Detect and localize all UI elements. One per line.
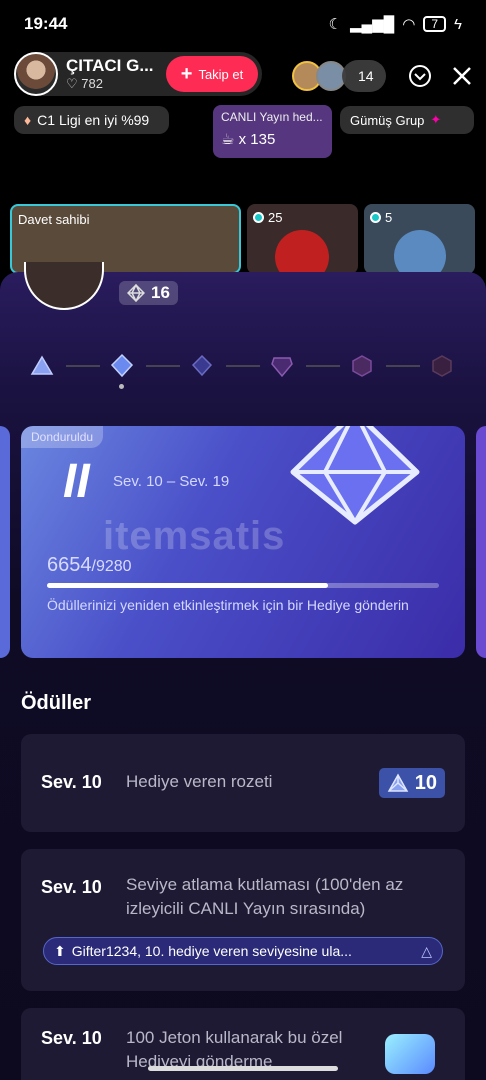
- guest-tile[interactable]: 25: [247, 204, 358, 274]
- guest-tile[interactable]: 5: [364, 204, 475, 274]
- chevron-down-icon: [409, 65, 431, 87]
- reward-desc: Seviye atlama kutlaması (100'den az izle…: [126, 875, 404, 918]
- rainbow-icon: ✦: [430, 112, 442, 127]
- level-number: 16: [151, 283, 170, 302]
- guest-count: 5: [385, 210, 393, 225]
- host-name: ÇITACI G...: [66, 56, 154, 75]
- close-icon: [453, 67, 471, 85]
- close-button[interactable]: [448, 62, 476, 90]
- gifter-badge: 10: [378, 768, 445, 798]
- host-bar[interactable]: ÇITACI G... ♡ 782 + Takip et: [14, 52, 262, 96]
- reward-desc: Hediye veren rozeti: [126, 772, 273, 791]
- progress-current: 6654: [47, 554, 92, 576]
- battery-icon: 7: [423, 16, 447, 32]
- tier-gem-icon: [290, 426, 420, 525]
- badge-gem-icon: [387, 773, 409, 792]
- moon-icon: ☾: [328, 16, 342, 33]
- badge-level: 10: [414, 771, 437, 794]
- reward-level: Sev. 10: [41, 1028, 102, 1048]
- track-indicator: [119, 384, 124, 389]
- progress-value: 6654/9280: [47, 554, 132, 577]
- next-card-peek[interactable]: [476, 426, 486, 658]
- reward-level: Sev. 10: [41, 772, 102, 792]
- home-indicator[interactable]: [148, 1066, 338, 1071]
- tier-icon-6: [432, 355, 452, 377]
- tier-icon-1: [30, 355, 54, 375]
- reward-item[interactable]: Sev. 10 Hediye veren rozeti 10: [21, 734, 465, 832]
- group-label: Gümüş Grup: [350, 112, 425, 128]
- progress-total: /9280: [91, 558, 132, 575]
- progress-bar: [47, 583, 439, 588]
- live-goal-chip[interactable]: CANLI Yayın hed... ☕ x 135: [213, 105, 332, 158]
- status-bar: 19:44 ☾ ▂▄▆█ ◠ 7 ϟ: [0, 0, 486, 48]
- host-avatar[interactable]: [14, 52, 58, 96]
- rewards-title: Ödüller: [21, 692, 92, 714]
- gift-icon: [385, 1034, 435, 1074]
- watermark: itemsatis: [103, 514, 286, 558]
- arrow-up-icon: ⬆: [54, 942, 66, 959]
- levelup-text: Gifter1234, 10. hediye veren seviyesine …: [71, 943, 352, 959]
- collapse-button[interactable]: [406, 62, 434, 90]
- live-dot-icon: [253, 212, 264, 223]
- reward-item[interactable]: Sev. 10 Seviye atlama kutlaması (100'den…: [21, 849, 465, 991]
- host-likes-count: 782: [81, 76, 103, 91]
- heart-icon: ♡: [66, 76, 78, 91]
- guest-label: Davet sahibi: [18, 212, 90, 227]
- live-dot-icon: [370, 212, 381, 223]
- live-goal-title: CANLI Yayın hed...: [221, 110, 323, 124]
- guest-avatar: [275, 230, 329, 274]
- battery-level: 7: [431, 17, 439, 31]
- tier-icon-5: [352, 355, 372, 377]
- level-card[interactable]: Donduruldu II Sev. 10 – Sev. 19 itemsati…: [21, 426, 465, 658]
- level-range: Sev. 10 – Sev. 19: [113, 473, 230, 490]
- tier-icon-4: [271, 357, 293, 378]
- diamond-icon: [127, 284, 145, 302]
- tier-icon-3: [191, 354, 213, 377]
- guest-avatar: [394, 230, 446, 274]
- follow-label: Takip et: [198, 66, 244, 82]
- prev-card-peek[interactable]: [0, 426, 10, 658]
- plus-icon: +: [180, 62, 193, 85]
- levelup-gem-icon: △: [421, 942, 432, 959]
- charging-icon: ϟ: [454, 15, 462, 33]
- card-note: Ödüllerinizi yeniden etkinleştirmek için…: [47, 597, 409, 613]
- reward-level: Sev. 10: [41, 877, 102, 897]
- wifi-icon: ◠: [402, 16, 416, 33]
- top-viewers[interactable]: 14: [292, 60, 386, 92]
- progress-fill: [47, 583, 329, 588]
- frozen-badge: Donduruldu: [21, 426, 104, 448]
- viewer-count[interactable]: 14: [342, 60, 386, 92]
- live-goal-count: x 135: [238, 131, 276, 148]
- cup-icon: ☕: [221, 131, 235, 148]
- levelup-preview: ⬆ Gifter1234, 10. hediye veren seviyesin…: [43, 937, 443, 965]
- signal-icon: ▂▄▆█: [349, 16, 395, 33]
- group-chip[interactable]: Gümüş Grup ✦: [340, 106, 474, 134]
- level-badge: 16: [119, 281, 178, 305]
- league-label: C1 Ligi en iyi %99: [37, 112, 150, 128]
- guest-count: 25: [268, 210, 283, 225]
- level-track[interactable]: [30, 352, 460, 382]
- status-time: 19:44: [24, 14, 68, 33]
- tier-icon-2: [110, 353, 134, 378]
- gem-icon: ♦: [24, 112, 32, 128]
- follow-button[interactable]: + Takip et: [166, 56, 258, 92]
- league-chip[interactable]: ♦ C1 Ligi en iyi %99: [14, 106, 169, 134]
- pause-icon: II: [63, 455, 90, 508]
